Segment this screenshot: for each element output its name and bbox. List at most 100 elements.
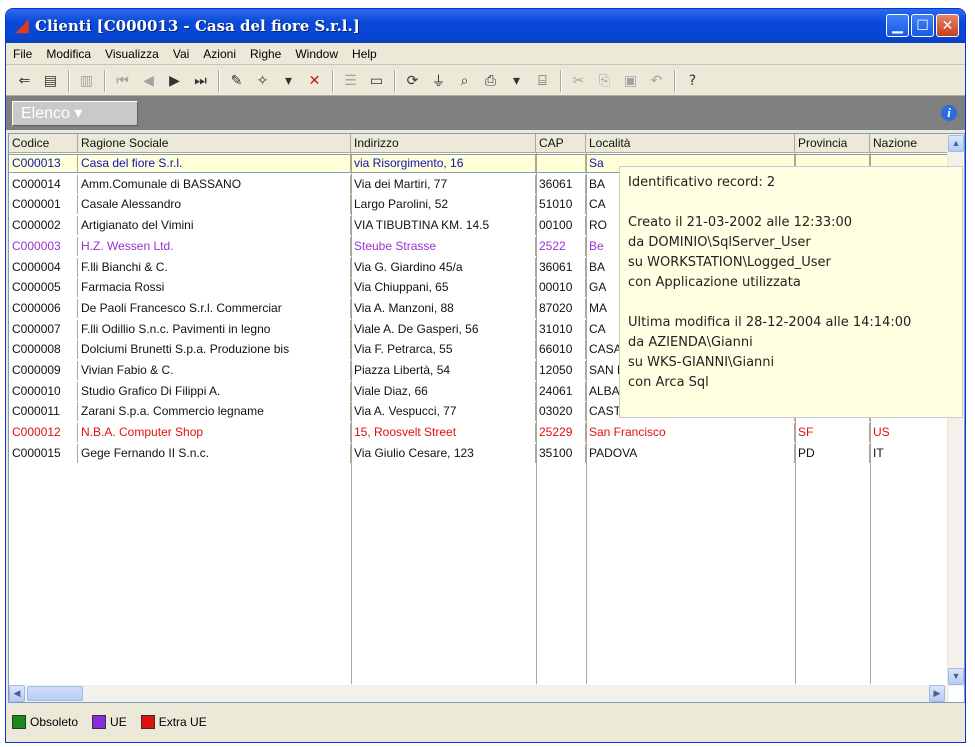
scroll-down-icon[interactable]: ▼ bbox=[948, 668, 964, 685]
column-header-ragione-sociale[interactable]: Ragione Sociale bbox=[78, 134, 351, 153]
table-cell-indirizzo: Viale Diaz, 66 bbox=[351, 381, 536, 401]
print-icon[interactable]: ⎙ bbox=[480, 70, 501, 92]
table-cell-prov: SF bbox=[795, 423, 870, 443]
elenco-label: Elenco bbox=[21, 105, 70, 122]
table-cell-ragione: Gege Fernando II S.n.c. bbox=[78, 443, 351, 463]
column-header-codice[interactable]: Codice bbox=[9, 134, 78, 153]
toolbar-separator bbox=[394, 69, 396, 92]
table-cell-codice: C000009 bbox=[9, 361, 78, 380]
status-legend: Obsoleto UE Extra UE bbox=[12, 715, 221, 729]
filter-icon[interactable]: ⏚ bbox=[428, 70, 449, 92]
cut-icon[interactable]: ✂ bbox=[568, 70, 589, 92]
column-header-indirizzo[interactable]: Indirizzo bbox=[351, 134, 536, 153]
exit-icon[interactable]: ⇐ bbox=[14, 70, 35, 92]
table-cell-ragione: Vivian Fabio & C. bbox=[78, 361, 351, 380]
horizontal-scrollbar[interactable]: ◀ ▶ bbox=[9, 685, 949, 702]
legend-swatch-obsoleto bbox=[12, 715, 26, 729]
tooltip-line: Identificativo record: 2 bbox=[628, 175, 776, 190]
minimize-button[interactable]: ▁ bbox=[886, 14, 909, 37]
legend-label-extra-ue: Extra UE bbox=[158, 715, 207, 729]
table-cell-ragione: Zarani S.p.a. Commercio legname bbox=[78, 402, 351, 422]
table-cell-cap: 66010 bbox=[536, 340, 586, 360]
title-bar[interactable]: ◢ Clienti [C000013 - Casa del fiore S.r.… bbox=[6, 9, 965, 43]
column-header-localita[interactable]: Località bbox=[586, 134, 795, 153]
table-cell-naz: US bbox=[870, 423, 949, 443]
table-cell-indirizzo: Via F. Petrarca, 55 bbox=[351, 340, 536, 360]
last-record-icon[interactable]: ⏭ bbox=[190, 70, 211, 92]
copy-icon[interactable]: ⎘ bbox=[594, 70, 615, 92]
menu-modifica[interactable]: Modifica bbox=[39, 47, 98, 61]
column-divider bbox=[351, 153, 352, 684]
search-filter-icon[interactable]: ⌕ bbox=[454, 70, 475, 92]
column-header-cap[interactable]: CAP bbox=[536, 134, 586, 153]
table-cell-codice: C000015 bbox=[9, 443, 78, 463]
table-cell-cap: 25229 bbox=[536, 423, 586, 443]
info-icon[interactable]: i bbox=[941, 105, 957, 121]
table-cell-cap: 2522 bbox=[536, 236, 586, 256]
column-header-nazione[interactable]: Nazione bbox=[870, 134, 949, 153]
help-icon[interactable]: ? bbox=[682, 70, 703, 92]
menu-azioni[interactable]: Azioni bbox=[196, 47, 243, 61]
table-cell-cap: 12050 bbox=[536, 361, 586, 380]
print-dropdown-icon[interactable]: ▾ bbox=[506, 70, 527, 92]
table-row[interactable]: C000012 N.B.A. Computer Shop 15, Roosvelt … bbox=[9, 423, 949, 443]
table-cell-codice: C000011 bbox=[9, 402, 78, 422]
record-info-tooltip: Identificativo record: 2 Creato il 21-03… bbox=[619, 166, 963, 418]
column-divider bbox=[536, 153, 537, 684]
maximize-button[interactable]: ☐ bbox=[911, 14, 934, 37]
scroll-right-icon[interactable]: ▶ bbox=[929, 685, 945, 702]
table-cell-cap: 36061 bbox=[536, 174, 586, 194]
new-dropdown-icon[interactable]: ▾ bbox=[278, 70, 299, 92]
app-icon: ◢ bbox=[15, 15, 29, 36]
table-cell-cap: 87020 bbox=[536, 298, 586, 318]
table-cell-indirizzo: Via A. Manzoni, 88 bbox=[351, 298, 536, 318]
toolbar-separator bbox=[68, 69, 70, 92]
refresh-icon[interactable]: ⟳ bbox=[402, 70, 423, 92]
table-cell-codice: C000002 bbox=[9, 216, 78, 236]
table-cell-codice: C000008 bbox=[9, 340, 78, 360]
toolbar-separator bbox=[218, 69, 220, 92]
menu-righe[interactable]: Righe bbox=[243, 47, 288, 61]
delete-icon[interactable]: ✕ bbox=[304, 70, 325, 92]
edit-icon[interactable]: ✎ bbox=[226, 70, 247, 92]
new-record-icon[interactable]: ✧ bbox=[252, 70, 273, 92]
tooltip-line bbox=[628, 293, 962, 313]
form-view-icon[interactable]: ▭ bbox=[366, 70, 387, 92]
window-controls: ▁ ☐ ✕ bbox=[886, 14, 959, 37]
legend-label-ue: UE bbox=[110, 715, 127, 729]
properties-icon[interactable]: ▤ bbox=[40, 70, 61, 92]
table-cell-codice: C000007 bbox=[9, 319, 78, 339]
close-button[interactable]: ✕ bbox=[936, 14, 959, 37]
table-cell-indirizzo: Viale A. De Gasperi, 56 bbox=[351, 319, 536, 339]
table-cell-ragione: De Paoli Francesco S.r.l. Commerciar bbox=[78, 298, 351, 318]
tooltip-line: Ultima modifica il 28-12-2004 alle 14:14… bbox=[628, 315, 912, 330]
horizontal-scroll-thumb[interactable] bbox=[27, 686, 83, 701]
first-record-icon[interactable]: ⏮ bbox=[112, 70, 133, 92]
menu-file[interactable]: File bbox=[6, 47, 39, 61]
elenco-tab[interactable]: Elenco ▾ bbox=[12, 101, 138, 126]
menu-window[interactable]: Window bbox=[288, 47, 345, 61]
undo-icon[interactable]: ↶ bbox=[646, 70, 667, 92]
window-title: Clienti [C000013 - Casa del fiore S.r.l.… bbox=[35, 17, 360, 35]
menu-vai[interactable]: Vai bbox=[166, 47, 196, 61]
print-preview-icon[interactable]: ⌸ bbox=[532, 70, 553, 92]
table-cell-ragione: Artigianato del Vimini bbox=[78, 216, 351, 236]
menu-visualizza[interactable]: Visualizza bbox=[98, 47, 166, 61]
column-header-provincia[interactable]: Provincia bbox=[795, 134, 870, 153]
paste-icon[interactable]: ▣ bbox=[620, 70, 641, 92]
previous-record-icon[interactable]: ◀ bbox=[138, 70, 159, 92]
table-cell-ragione: F.lli Odillio S.n.c. Pavimenti in legno bbox=[78, 319, 351, 339]
next-record-icon[interactable]: ▶ bbox=[164, 70, 185, 92]
table-cell-indirizzo: Via Chiuppani, 65 bbox=[351, 278, 536, 298]
menu-help[interactable]: Help bbox=[345, 47, 384, 61]
table-cell-ragione: Dolciumi Brunetti S.p.a. Produzione bis bbox=[78, 340, 351, 360]
table-cell-indirizzo: Via G. Giardino 45/a bbox=[351, 257, 536, 277]
tooltip-line: da DOMINIO\SqlServer_User bbox=[628, 235, 811, 250]
list-view-icon[interactable]: ☰ bbox=[340, 70, 361, 92]
stats-icon[interactable]: ▥ bbox=[76, 70, 97, 92]
table-cell-localita: PADOVA bbox=[586, 443, 795, 463]
scroll-up-icon[interactable]: ▲ bbox=[948, 135, 964, 152]
table-row[interactable]: C000015 Gege Fernando II S.n.c. Via Giulio… bbox=[9, 443, 949, 463]
column-divider bbox=[586, 153, 587, 684]
scroll-left-icon[interactable]: ◀ bbox=[9, 685, 25, 702]
